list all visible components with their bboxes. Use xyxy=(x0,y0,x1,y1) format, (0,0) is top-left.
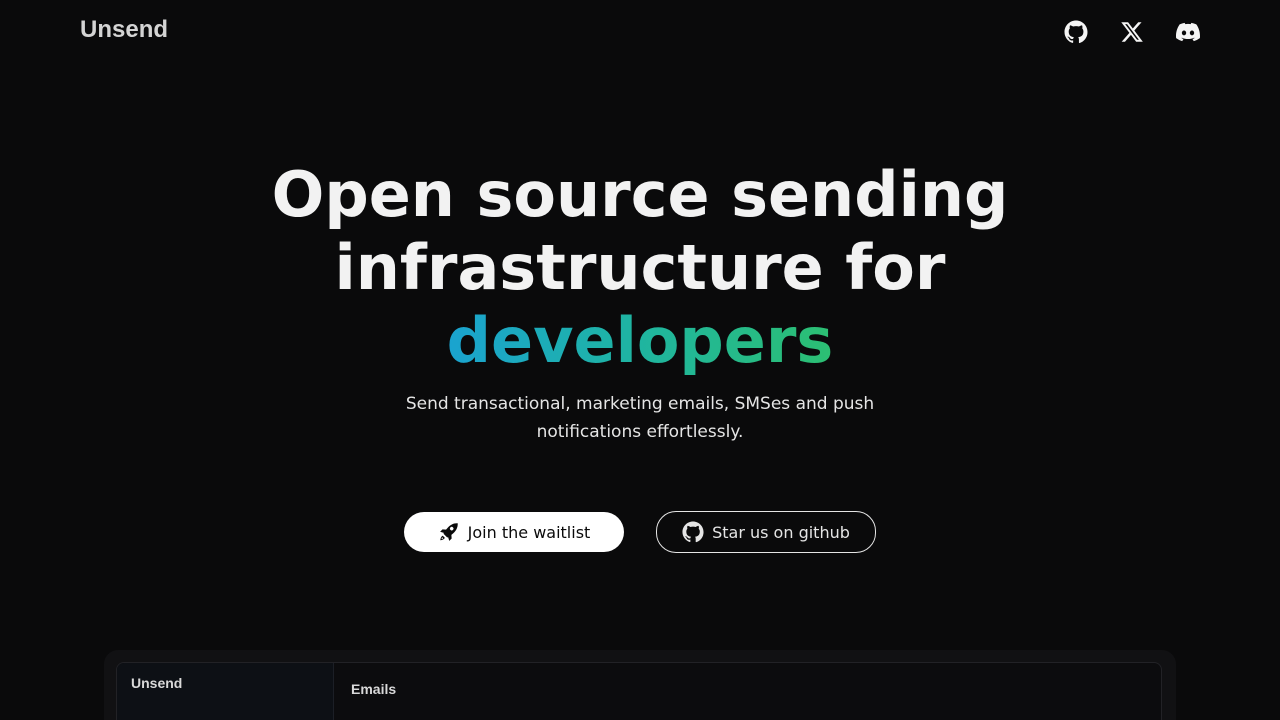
github-link[interactable] xyxy=(1062,18,1090,46)
hero-title: Open source sending infrastructure for d… xyxy=(0,158,1280,377)
hero-subtitle: Send transactional, marketing emails, SM… xyxy=(0,390,1280,446)
hero-title-line-2: infrastructure for xyxy=(334,231,946,304)
app-preview-window: Unsend Emails xyxy=(116,662,1162,720)
site-header: Unsend xyxy=(0,0,1280,64)
brand-logo-link[interactable]: Unsend xyxy=(80,16,168,44)
hero-subtitle-line-1: Send transactional, marketing emails, SM… xyxy=(405,394,875,414)
app-preview-sidebar: Unsend xyxy=(117,663,334,720)
github-icon xyxy=(682,521,704,543)
join-waitlist-button[interactable]: Join the waitlist xyxy=(404,512,624,552)
hero-title-line-1: Open source sending xyxy=(271,158,1009,231)
app-preview-heading: Emails xyxy=(351,681,397,697)
join-waitlist-label: Join the waitlist xyxy=(467,522,591,542)
discord-icon xyxy=(1176,22,1200,42)
github-icon xyxy=(1064,20,1088,44)
rocket-icon xyxy=(439,523,458,541)
star-github-button[interactable]: Star us on github xyxy=(656,511,876,553)
hero-title-highlight: developers xyxy=(446,304,834,377)
discord-link[interactable] xyxy=(1174,18,1202,46)
landing-page: Unsend Open source sending infrastructur… xyxy=(0,0,1280,720)
star-github-label: Star us on github xyxy=(712,522,850,542)
x-icon xyxy=(1121,22,1143,42)
hero-subtitle-line-2: notifications effortlessly. xyxy=(536,422,744,442)
x-link[interactable] xyxy=(1118,18,1146,46)
app-preview-brand: Unsend xyxy=(131,675,183,691)
